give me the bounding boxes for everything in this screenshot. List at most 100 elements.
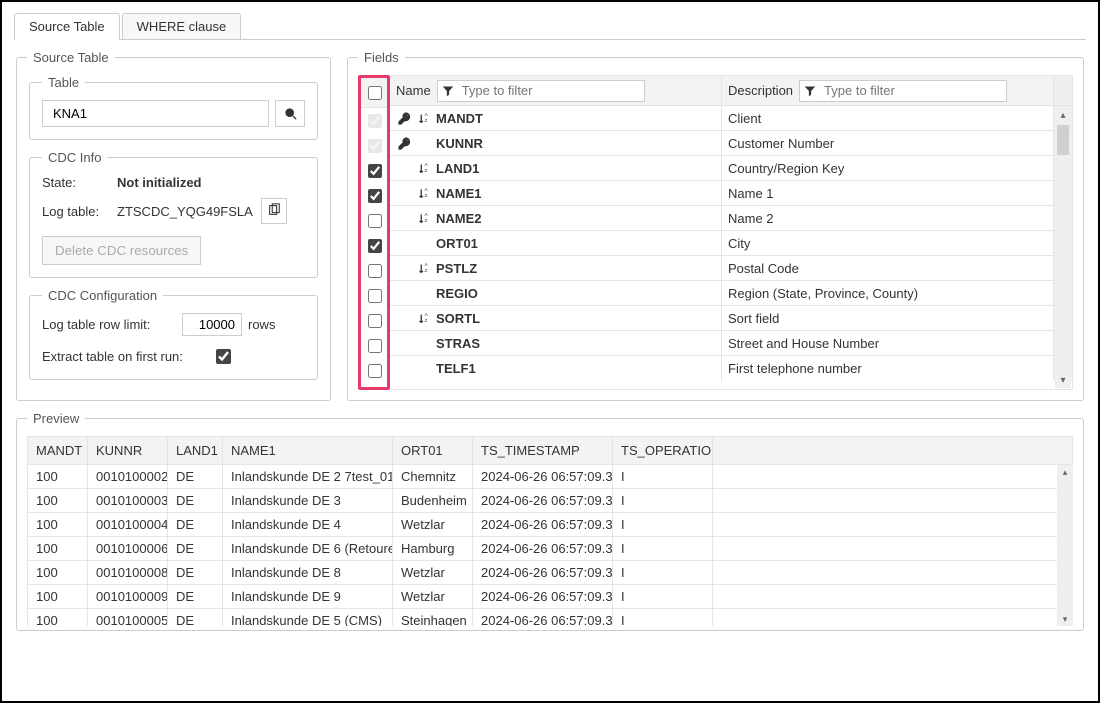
field-row[interactable]: AZNAME1Name 1	[390, 181, 1072, 206]
field-description: Street and House Number	[722, 331, 1054, 355]
tab-where-clause[interactable]: WHERE clause	[122, 13, 242, 40]
sort-icon: AZ	[416, 212, 432, 225]
preview-cell: I	[613, 465, 713, 489]
extract-first-run-checkbox[interactable]	[216, 349, 231, 364]
source-table-panel: Source Table Table CDC Info State: Not i	[16, 50, 331, 401]
scroll-down-icon: ▾	[1057, 612, 1073, 626]
sort-icon: AZ	[416, 187, 432, 200]
rowlimit-unit: rows	[248, 317, 275, 332]
field-row-checkbox[interactable]	[368, 364, 382, 378]
field-name: NAME2	[436, 211, 482, 226]
preview-cell: 2024-06-26 06:57:09.349	[473, 561, 613, 585]
preview-cell: Chemnitz	[393, 465, 473, 489]
preview-cell: Inlandskunde DE 2 7test_01	[223, 465, 393, 489]
field-row-checkbox[interactable]	[368, 239, 382, 253]
svg-text:A: A	[424, 312, 428, 318]
rowlimit-input[interactable]	[182, 313, 242, 336]
scroll-up-icon: ▴	[1057, 465, 1073, 479]
field-row[interactable]: AZLAND1Country/Region Key	[390, 156, 1072, 181]
preview-cell: DE	[168, 489, 223, 513]
preview-cell: Wetzlar	[393, 513, 473, 537]
preview-row[interactable]: 1000010100005DEInlandskunde DE 5 (CMS)St…	[28, 609, 1073, 627]
app-frame: Source Table WHERE clause Source Table T…	[0, 0, 1100, 703]
field-row-checkbox[interactable]	[368, 189, 382, 203]
fields-name-header: Name	[396, 83, 431, 98]
field-row[interactable]: KUNNRCustomer Number	[390, 131, 1072, 156]
field-row-checkbox[interactable]	[368, 264, 382, 278]
copy-icon	[267, 203, 281, 220]
preview-row[interactable]: 1000010100003DEInlandskunde DE 3Budenhei…	[28, 489, 1073, 513]
field-row[interactable]: AZPSTLZPostal Code	[390, 256, 1072, 281]
fields-name-filter[interactable]	[437, 80, 645, 102]
field-name: KUNNR	[436, 136, 483, 151]
field-row-checkbox[interactable]	[368, 289, 382, 303]
filter-icon	[804, 85, 816, 97]
field-row-checkbox[interactable]	[368, 114, 382, 128]
tab-source-table[interactable]: Source Table	[14, 13, 120, 40]
table-legend: Table	[42, 75, 85, 90]
preview-cell: Inlandskunde DE 3	[223, 489, 393, 513]
fields-desc-filter[interactable]	[799, 80, 1007, 102]
field-row-checkbox[interactable]	[368, 164, 382, 178]
preview-cell: I	[613, 513, 713, 537]
field-row-checkbox[interactable]	[368, 339, 382, 353]
preview-column-header-empty	[713, 437, 1073, 465]
preview-column-header[interactable]: TS_OPERATION	[613, 437, 713, 465]
preview-cell: 100	[28, 537, 88, 561]
preview-cell: Inlandskunde DE 8	[223, 561, 393, 585]
search-button[interactable]	[275, 100, 305, 127]
field-row-checkbox[interactable]	[368, 314, 382, 328]
cdc-config-legend: CDC Configuration	[42, 288, 163, 303]
field-row[interactable]: STRASStreet and House Number	[390, 331, 1072, 356]
preview-cell: 2024-06-26 06:57:09.349	[473, 489, 613, 513]
preview-cell: 0010100006	[88, 537, 168, 561]
fields-scrollbar[interactable]: ▴ ▾	[1055, 107, 1071, 388]
preview-scrollbar[interactable]: ▴ ▾	[1057, 465, 1073, 626]
preview-cell: DE	[168, 609, 223, 627]
field-row[interactable]: AZMANDTClient	[390, 106, 1072, 131]
field-row[interactable]: AZ NAME2 Name 2	[390, 206, 1072, 231]
field-row-checkbox[interactable]	[368, 139, 382, 153]
fields-select-all-checkbox[interactable]	[368, 86, 382, 100]
field-row[interactable]: AZSORTLSort field	[390, 306, 1072, 331]
cdc-info-legend: CDC Info	[42, 150, 107, 165]
copy-button[interactable]	[261, 198, 287, 224]
field-description: Name 1	[722, 181, 1054, 205]
preview-cell: Inlandskunde DE 5 (CMS)	[223, 609, 393, 627]
preview-column-header[interactable]: LAND1	[168, 437, 223, 465]
upper-panels: Source Table Table CDC Info State: Not i	[14, 40, 1086, 401]
svg-text:Z: Z	[424, 217, 427, 223]
table-name-input[interactable]	[42, 100, 269, 127]
preview-column-header[interactable]: TS_TIMESTAMP	[473, 437, 613, 465]
preview-column-header[interactable]: NAME1	[223, 437, 393, 465]
preview-row[interactable]: 1000010100006DEInlandskunde DE 6 (Retour…	[28, 537, 1073, 561]
field-description: Client	[722, 106, 1054, 130]
field-row[interactable]: TELF1First telephone number	[390, 356, 1072, 381]
preview-cell: DE	[168, 537, 223, 561]
preview-row[interactable]: 1000010100008DEInlandskunde DE 8Wetzlar2…	[28, 561, 1073, 585]
field-row-checkbox[interactable]	[368, 214, 382, 228]
field-row[interactable]: REGIORegion (State, Province, County)	[390, 281, 1072, 306]
preview-cell: Steinhagen	[393, 609, 473, 627]
state-label: State:	[42, 175, 117, 190]
preview-cell: 100	[28, 513, 88, 537]
field-description: Name 2	[722, 206, 1054, 230]
preview-cell: I	[613, 537, 713, 561]
preview-row[interactable]: 1000010100002DEInlandskunde DE 2 7test_0…	[28, 465, 1073, 489]
key-icon	[396, 112, 412, 125]
preview-cell: DE	[168, 561, 223, 585]
preview-row[interactable]: 1000010100009DEInlandskunde DE 9Wetzlar2…	[28, 585, 1073, 609]
preview-column-header[interactable]: ORT01	[393, 437, 473, 465]
preview-row[interactable]: 1000010100004DEInlandskunde DE 4Wetzlar2…	[28, 513, 1073, 537]
fields-desc-header: Description	[728, 83, 793, 98]
field-name: ORT01	[436, 236, 478, 251]
svg-text:Z: Z	[424, 117, 427, 123]
preview-cell: 2024-06-26 06:57:09.349	[473, 585, 613, 609]
preview-column-header[interactable]: KUNNR	[88, 437, 168, 465]
field-row[interactable]: ORT01City	[390, 231, 1072, 256]
logtable-value: ZTSCDC_YQG49FSLA	[117, 204, 253, 219]
search-icon	[282, 107, 298, 120]
preview-column-header[interactable]: MANDT	[28, 437, 88, 465]
field-name: REGIO	[436, 286, 478, 301]
preview-cell: 100	[28, 465, 88, 489]
